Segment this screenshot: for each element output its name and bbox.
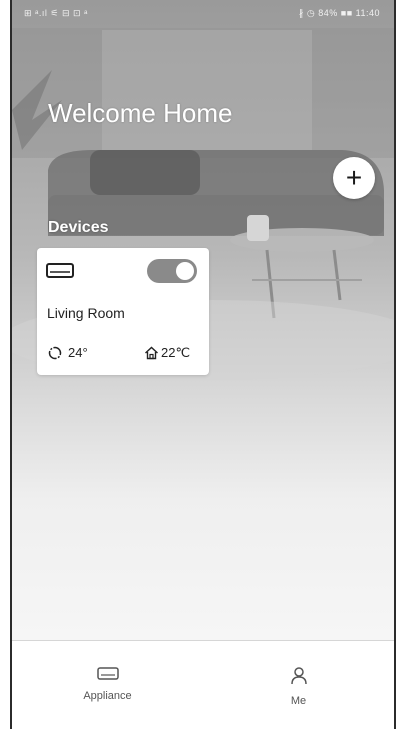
toggle-knob xyxy=(176,262,194,280)
auto-mode-icon xyxy=(48,346,62,359)
bottom-tab-bar: Appliance Me xyxy=(12,640,394,729)
tab-me-label: Me xyxy=(290,695,307,707)
phone-screen: ⊞ ᵃ.ıl ⚟ ⊟ ⊡ ᵃ ∦ ◷ 84% ■■ 11:40 Welcome … xyxy=(10,0,396,729)
set-temperature: 24° xyxy=(48,345,88,360)
indoor-temperature-value: 22℃ xyxy=(161,345,191,360)
device-card-living-room[interactable]: Living Room 24° 22℃ xyxy=(37,248,209,375)
person-icon xyxy=(290,667,307,685)
add-device-button[interactable]: + xyxy=(333,157,375,199)
devices-section-title: Devices xyxy=(48,219,109,236)
plus-icon: + xyxy=(345,162,363,193)
status-bar: ⊞ ᵃ.ıl ⚟ ⊟ ⊡ ᵃ ∦ ◷ 84% ■■ 11:40 xyxy=(12,0,394,26)
tab-appliance[interactable]: Appliance xyxy=(12,641,203,729)
home-icon xyxy=(145,346,158,360)
page-title: Welcome Home xyxy=(48,98,233,128)
device-name: Living Room xyxy=(47,305,125,321)
status-bar-left: ⊞ ᵃ.ıl ⚟ ⊟ ⊡ ᵃ xyxy=(24,7,88,18)
indoor-temperature: 22℃ xyxy=(144,345,190,361)
power-toggle[interactable] xyxy=(147,259,197,283)
air-conditioner-icon xyxy=(46,263,74,278)
status-bar-right: ∦ ◷ 84% ■■ 11:40 xyxy=(298,7,380,18)
set-temperature-value: 24° xyxy=(68,345,88,360)
tab-me[interactable]: Me xyxy=(203,641,394,729)
appliance-icon xyxy=(96,667,119,680)
tab-appliance-label: Appliance xyxy=(83,690,132,702)
